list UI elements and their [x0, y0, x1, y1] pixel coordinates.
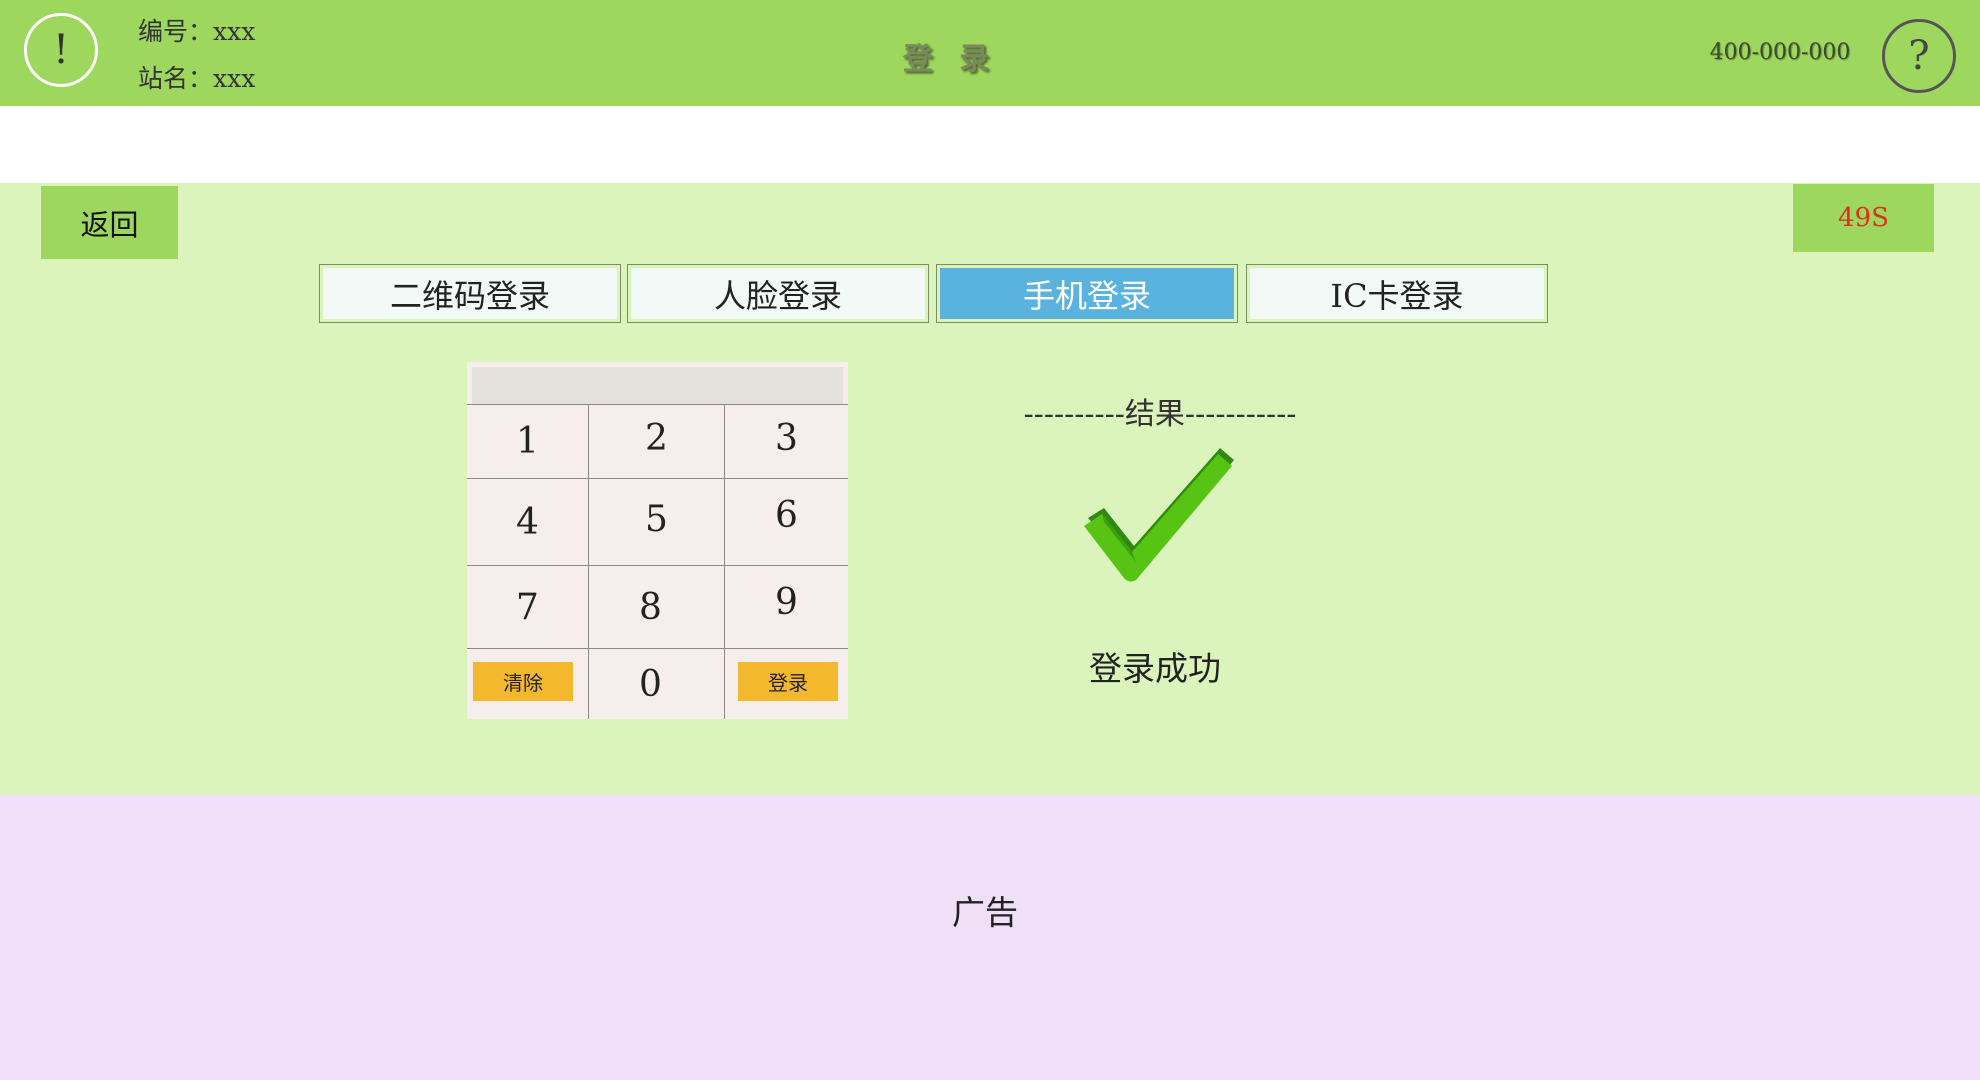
- checkmark-icon: [1084, 448, 1234, 582]
- result-heading: ----------结果-----------: [1023, 397, 1297, 432]
- advertisement-label: 广告: [952, 893, 1018, 932]
- tab-label: IC卡登录: [1250, 268, 1544, 319]
- key-5[interactable]: 5: [589, 479, 724, 559]
- header-bar: ! 编号：xxx 站名：xxx 登 录 400-000-000 ?: [0, 0, 1980, 106]
- key-6[interactable]: 6: [725, 479, 848, 551]
- key-2[interactable]: 2: [589, 405, 724, 471]
- tab-label: 人脸登录: [631, 268, 925, 319]
- key-4[interactable]: 4: [467, 479, 588, 565]
- key-0[interactable]: 0: [583, 649, 718, 719]
- tab-phone-login[interactable]: 手机登录: [936, 264, 1238, 323]
- key-7[interactable]: 7: [467, 566, 588, 648]
- numeric-keypad: 1 2 3 4 5 6 7 8 9 清除 0 登录: [467, 362, 848, 719]
- key-3[interactable]: 3: [725, 405, 848, 471]
- tab-ic-card-login[interactable]: IC卡登录: [1246, 264, 1548, 323]
- key-9[interactable]: 9: [725, 566, 848, 638]
- tab-qrcode-login[interactable]: 二维码登录: [319, 264, 621, 323]
- advertisement-area: [0, 795, 1980, 1080]
- login-success-message: 登录成功: [1089, 649, 1221, 688]
- key-8[interactable]: 8: [583, 566, 718, 648]
- help-icon[interactable]: ?: [1882, 19, 1956, 93]
- tab-label: 手机登录: [940, 268, 1234, 319]
- back-button[interactable]: 返回: [41, 186, 178, 259]
- hotline-number: 400-000-000: [1709, 40, 1851, 65]
- phone-number-input[interactable]: [472, 367, 843, 404]
- page-title: 登 录: [902, 42, 998, 77]
- station-name-label: 站名：xxx: [138, 64, 256, 93]
- device-id-label: 编号：xxx: [138, 17, 256, 46]
- clear-button[interactable]: 清除: [473, 662, 573, 701]
- warning-icon[interactable]: !: [24, 13, 98, 87]
- tab-face-login[interactable]: 人脸登录: [627, 264, 929, 323]
- key-1[interactable]: 1: [467, 405, 588, 478]
- countdown-timer: 49S: [1793, 184, 1934, 252]
- login-button[interactable]: 登录: [738, 662, 838, 701]
- tab-label: 二维码登录: [323, 268, 617, 319]
